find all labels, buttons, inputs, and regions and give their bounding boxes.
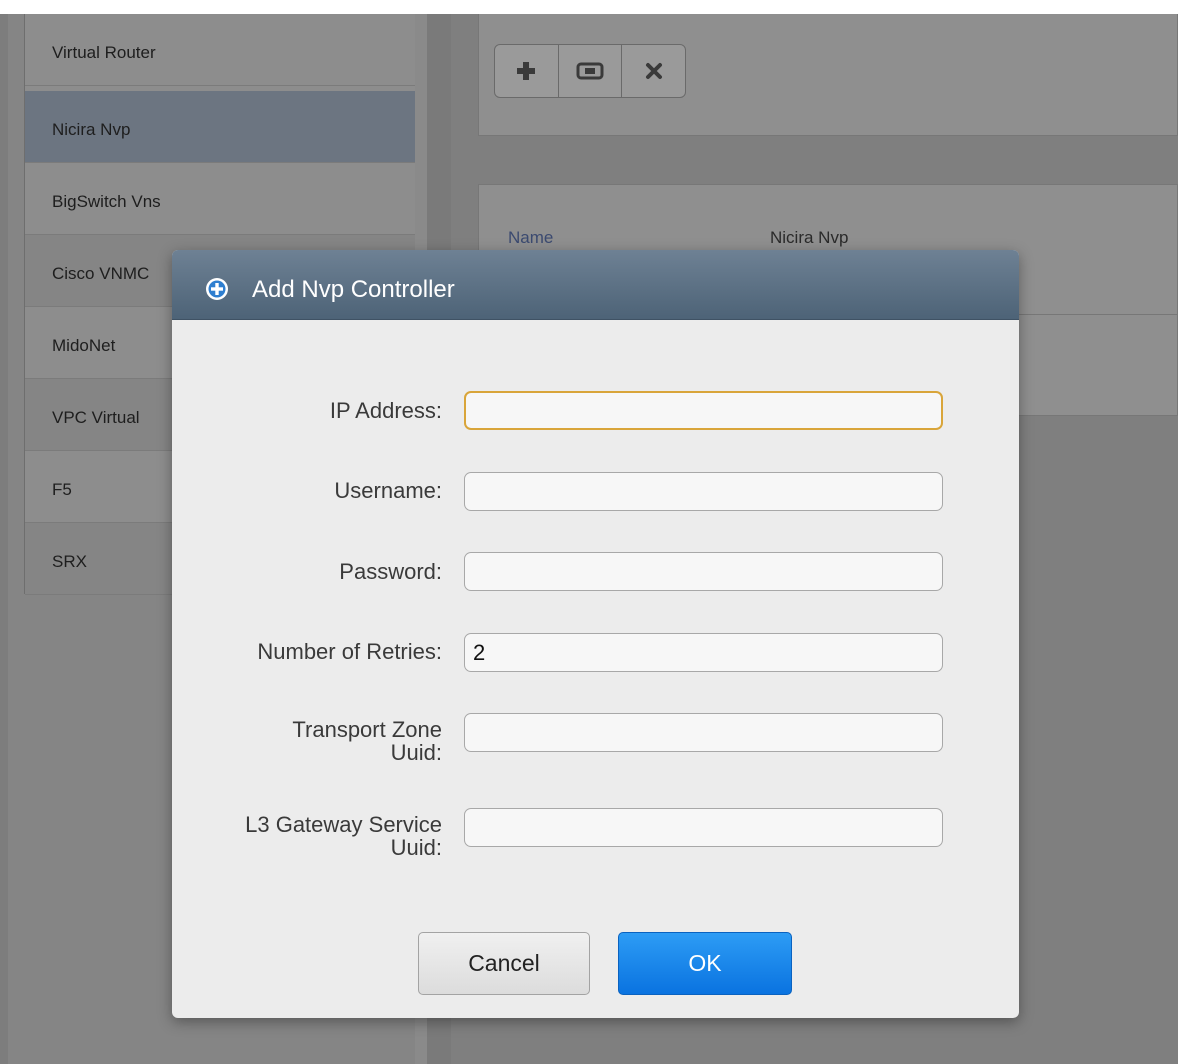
add-button[interactable] — [495, 45, 559, 97]
l3-gateway-label-line1: L3 Gateway Service — [245, 812, 442, 837]
top-strip — [0, 0, 1178, 14]
switch-icon — [576, 62, 604, 80]
provider-item-virtual-router[interactable]: Virtual Router — [25, 14, 415, 86]
dialog-header: Add Nvp Controller — [172, 250, 1019, 320]
ip-address-input[interactable] — [464, 391, 943, 430]
transport-zone-uuid-label: Transport Zone Uuid: — [292, 718, 442, 764]
l3-gateway-service-uuid-label: L3 Gateway Service Uuid: — [245, 813, 442, 859]
l3-gateway-label-line2: Uuid: — [390, 835, 442, 861]
detail-name-value: Nicira Nvp — [770, 228, 849, 247]
remove-button[interactable] — [622, 45, 685, 97]
provider-label: VPC Virtual — [52, 408, 140, 427]
provider-item-bigswitch-vns[interactable]: BigSwitch Vns — [25, 163, 415, 235]
provider-item-nicira-nvp[interactable]: Nicira Nvp — [25, 91, 415, 163]
ip-address-label: IP Address: — [329, 398, 442, 423]
provider-label: BigSwitch Vns — [52, 192, 161, 211]
transport-zone-uuid-input[interactable] — [464, 713, 943, 752]
provider-label: SRX — [52, 552, 87, 571]
dialog-title: Add Nvp Controller — [252, 276, 455, 303]
retries-label: Number of Retries: — [257, 639, 442, 664]
provider-label: MidoNet — [52, 336, 116, 355]
username-input[interactable] — [464, 472, 943, 511]
add-icon — [517, 62, 536, 80]
transport-zone-label-line1: Transport Zone — [292, 717, 442, 742]
transport-zone-label-line2: Uuid: — [390, 740, 442, 766]
provider-label: Virtual Router — [52, 43, 156, 62]
retries-input[interactable] — [464, 633, 943, 672]
cancel-button[interactable]: Cancel — [418, 932, 590, 995]
switch-button[interactable] — [559, 45, 623, 97]
password-label: Password: — [339, 559, 442, 584]
add-nvp-controller-dialog: Add Nvp Controller IP Address: Username:… — [172, 250, 1019, 1018]
l3-gateway-service-uuid-input[interactable] — [464, 808, 943, 847]
provider-label: Cisco VNMC — [52, 264, 150, 283]
remove-icon — [645, 63, 662, 79]
provider-label: Nicira Nvp — [52, 120, 131, 139]
detail-name-label: Name — [508, 228, 554, 247]
username-label: Username: — [334, 478, 442, 503]
plus-circle-icon — [206, 278, 228, 300]
toolbar-button-group — [494, 44, 686, 98]
provider-label: F5 — [52, 480, 72, 499]
password-input[interactable] — [464, 552, 943, 591]
ok-button[interactable]: OK — [618, 932, 792, 995]
